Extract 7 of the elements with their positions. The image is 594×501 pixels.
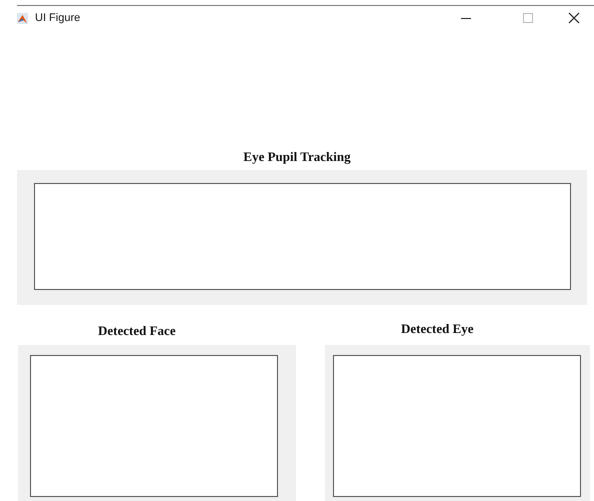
panel-title: Detected Face: [98, 323, 176, 338]
panel-title: Detected Eye: [401, 321, 474, 336]
window-title: UI Figure: [35, 12, 80, 24]
close-icon: [568, 12, 580, 24]
maximize-icon: [522, 12, 534, 24]
panel-title: Eye Pupil Tracking: [243, 149, 351, 164]
app-icon: [17, 12, 28, 24]
